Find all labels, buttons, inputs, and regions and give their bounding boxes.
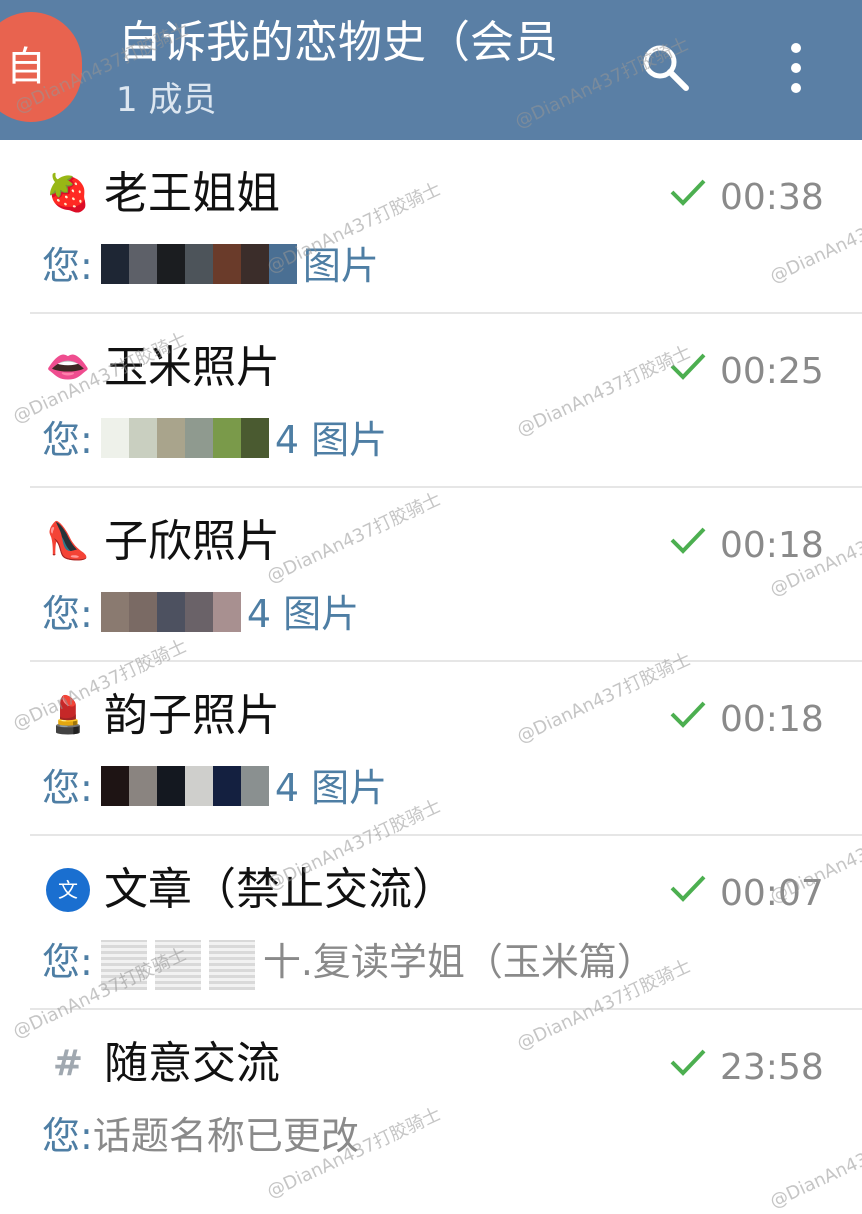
sent-check-icon [670, 527, 706, 554]
chat-name: 老王姐姐 [104, 168, 280, 219]
sender-label: 您: [42, 940, 93, 984]
search-icon[interactable] [640, 42, 692, 94]
chat-preview: 您: 图片 [42, 238, 842, 294]
lipstick-icon: 💄 [45, 695, 91, 736]
media-thumbnails [100, 591, 241, 636]
group-avatar[interactable]: 自 [0, 12, 82, 122]
media-label: 图片 [302, 244, 379, 288]
chat-name: 韵子照片 [104, 690, 280, 741]
chat-time: 00:18 [720, 525, 824, 566]
sender-label: 您: [42, 1114, 93, 1158]
document-thumbnail [154, 939, 201, 990]
media-thumbnails [100, 417, 269, 462]
article-glyph: 文 [58, 878, 78, 902]
chat-row-yumi[interactable]: 👄 玉米照片 00:25 您: 4 图片 [0, 314, 862, 488]
chat-list: 🍓 老王姐姐 00:38 您: 图片 👄 玉米照片 00:25 您: 4 图片 👠 … [0, 140, 862, 1184]
chat-preview: 您: 十.复读学姐（玉米篇） [42, 934, 842, 990]
document-thumbnail [100, 939, 147, 990]
sender-label: 您: [42, 592, 93, 636]
sent-check-icon [670, 875, 706, 902]
media-label: 4 图片 [274, 766, 388, 810]
sent-check-icon [670, 701, 706, 728]
high-heel-icon: 👠 [45, 521, 91, 562]
chat-name: 文章（禁止交流） [104, 864, 456, 915]
sent-check-icon [670, 353, 706, 380]
chat-row-zixin[interactable]: 👠 子欣照片 00:18 您: 4 图片 [0, 488, 862, 662]
sent-check-icon [670, 1049, 706, 1076]
sender-label: 您: [42, 418, 93, 462]
lips-icon: 👄 [45, 347, 91, 388]
message-text: 十.复读学姐（玉米篇） [262, 940, 655, 984]
media-thumbnails [100, 765, 269, 810]
group-title[interactable]: 自诉我的恋物史（会员 [118, 14, 608, 72]
chat-time: 00:18 [720, 699, 824, 740]
article-chat-icon: 文 [46, 868, 90, 912]
chat-name: 随意交流 [104, 1038, 280, 1089]
message-text: 话题名称已更改 [92, 1114, 359, 1158]
chat-preview: 您: 4 图片 [42, 412, 842, 468]
media-thumbnails [100, 243, 297, 288]
chat-time: 23:58 [720, 1047, 824, 1088]
strawberry-icon: 🍓 [45, 173, 91, 214]
chat-preview: 您:话题名称已更改 [42, 1108, 842, 1164]
chat-preview: 您: 4 图片 [42, 760, 842, 816]
media-label: 4 图片 [246, 592, 360, 636]
more-vert-icon[interactable] [780, 40, 812, 96]
document-thumbnail [208, 939, 255, 990]
chat-preview: 您: 4 图片 [42, 586, 842, 642]
chat-time: 00:25 [720, 351, 824, 392]
chat-row-articles[interactable]: 文 文章（禁止交流） 00:07 您: 十.复读学姐（玉米篇） [0, 836, 862, 1010]
chat-row-casual[interactable]: # 随意交流 23:58 您:话题名称已更改 [0, 1010, 862, 1184]
chat-row-yunzi[interactable]: 💄 韵子照片 00:18 您: 4 图片 [0, 662, 862, 836]
hashtag-icon: # [52, 1043, 84, 1084]
sent-check-icon [670, 179, 706, 206]
media-label: 4 图片 [274, 418, 388, 462]
chat-name: 玉米照片 [104, 342, 280, 393]
chat-name: 子欣照片 [104, 516, 280, 567]
sender-label: 您: [42, 766, 93, 810]
member-count: 1 成员 [116, 80, 217, 120]
sender-label: 您: [42, 244, 93, 288]
chat-time: 00:07 [720, 873, 824, 914]
chat-header: 自 自诉我的恋物史（会员 1 成员 [0, 0, 862, 140]
chat-time: 00:38 [720, 177, 824, 218]
chat-row-laowang[interactable]: 🍓 老王姐姐 00:38 您: 图片 [0, 140, 862, 314]
